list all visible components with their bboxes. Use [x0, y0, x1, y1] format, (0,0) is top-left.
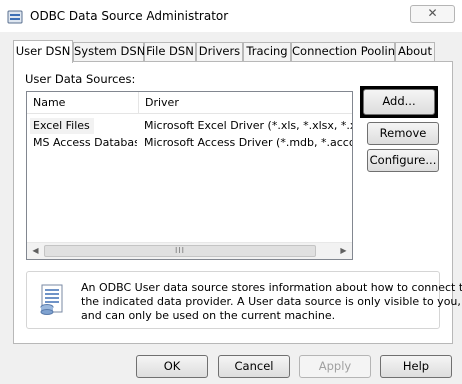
close-button[interactable]: ✕	[410, 5, 455, 23]
tab-file-dsn[interactable]: File DSN	[144, 42, 196, 61]
tab-user-dsn[interactable]: User DSN	[13, 40, 73, 63]
configure-button[interactable]: Configure...	[367, 149, 439, 172]
list-item-driver: Microsoft Access Driver (*.mdb, *.accdb)	[144, 136, 352, 149]
info-box: An ODBC User data source stores informat…	[26, 271, 462, 329]
column-header-driver[interactable]: Driver	[139, 92, 352, 114]
column-header-name[interactable]: Name	[27, 92, 138, 114]
user-dsn-panel: User Data Sources: Name Driver Excel Fil…	[13, 61, 462, 344]
info-line: the indicated data provider. A User data…	[81, 295, 461, 308]
list-item-name: Excel Files	[30, 118, 94, 134]
info-description: An ODBC User data source stores informat…	[81, 281, 462, 323]
list-header: Name Driver	[27, 92, 352, 114]
tab-tracing[interactable]: Tracing	[243, 42, 291, 61]
list-item[interactable]: Excel Files Microsoft Excel Driver (*.xl…	[27, 118, 352, 134]
tab-drivers[interactable]: Drivers	[196, 42, 243, 61]
horizontal-scrollbar[interactable]: ◀ III ▶	[27, 242, 352, 259]
scroll-right-icon[interactable]: ▶	[335, 243, 352, 259]
data-source-list[interactable]: Name Driver Excel Files Microsoft Excel …	[26, 91, 353, 260]
cancel-button[interactable]: Cancel	[218, 355, 290, 378]
list-item[interactable]: MS Access Database Microsoft Access Driv…	[27, 135, 352, 151]
apply-button[interactable]: Apply	[299, 355, 371, 378]
scroll-left-icon[interactable]: ◀	[27, 243, 44, 259]
tab-connection-pooling[interactable]: Connection Pooling	[291, 42, 402, 61]
user-data-sources-label: User Data Sources:	[25, 72, 136, 86]
list-item-name: MS Access Database	[33, 136, 137, 149]
tab-about[interactable]: About	[395, 42, 435, 61]
info-line: and can only be used on the current mach…	[81, 309, 336, 322]
add-button[interactable]: Add...	[363, 89, 435, 115]
remove-button[interactable]: Remove	[367, 122, 439, 145]
grip-icon: III	[174, 246, 186, 255]
close-icon: ✕	[427, 6, 438, 20]
title-bar: ODBC Data Source Administrator ✕	[0, 0, 462, 32]
tab-system-dsn[interactable]: System DSN	[73, 42, 145, 61]
info-line: An ODBC User data source stores informat…	[81, 281, 462, 294]
window-title: ODBC Data Source Administrator	[30, 9, 229, 23]
database-document-icon	[40, 284, 63, 315]
scroll-thumb[interactable]: III	[44, 245, 316, 257]
ok-button[interactable]: OK	[136, 355, 208, 378]
list-item-driver: Microsoft Excel Driver (*.xls, *.xlsx, *…	[144, 119, 352, 132]
help-button[interactable]: Help	[380, 355, 452, 378]
odbc-app-icon	[7, 10, 23, 24]
tab-strip: User DSN System DSN File DSN Drivers Tra…	[13, 40, 453, 63]
